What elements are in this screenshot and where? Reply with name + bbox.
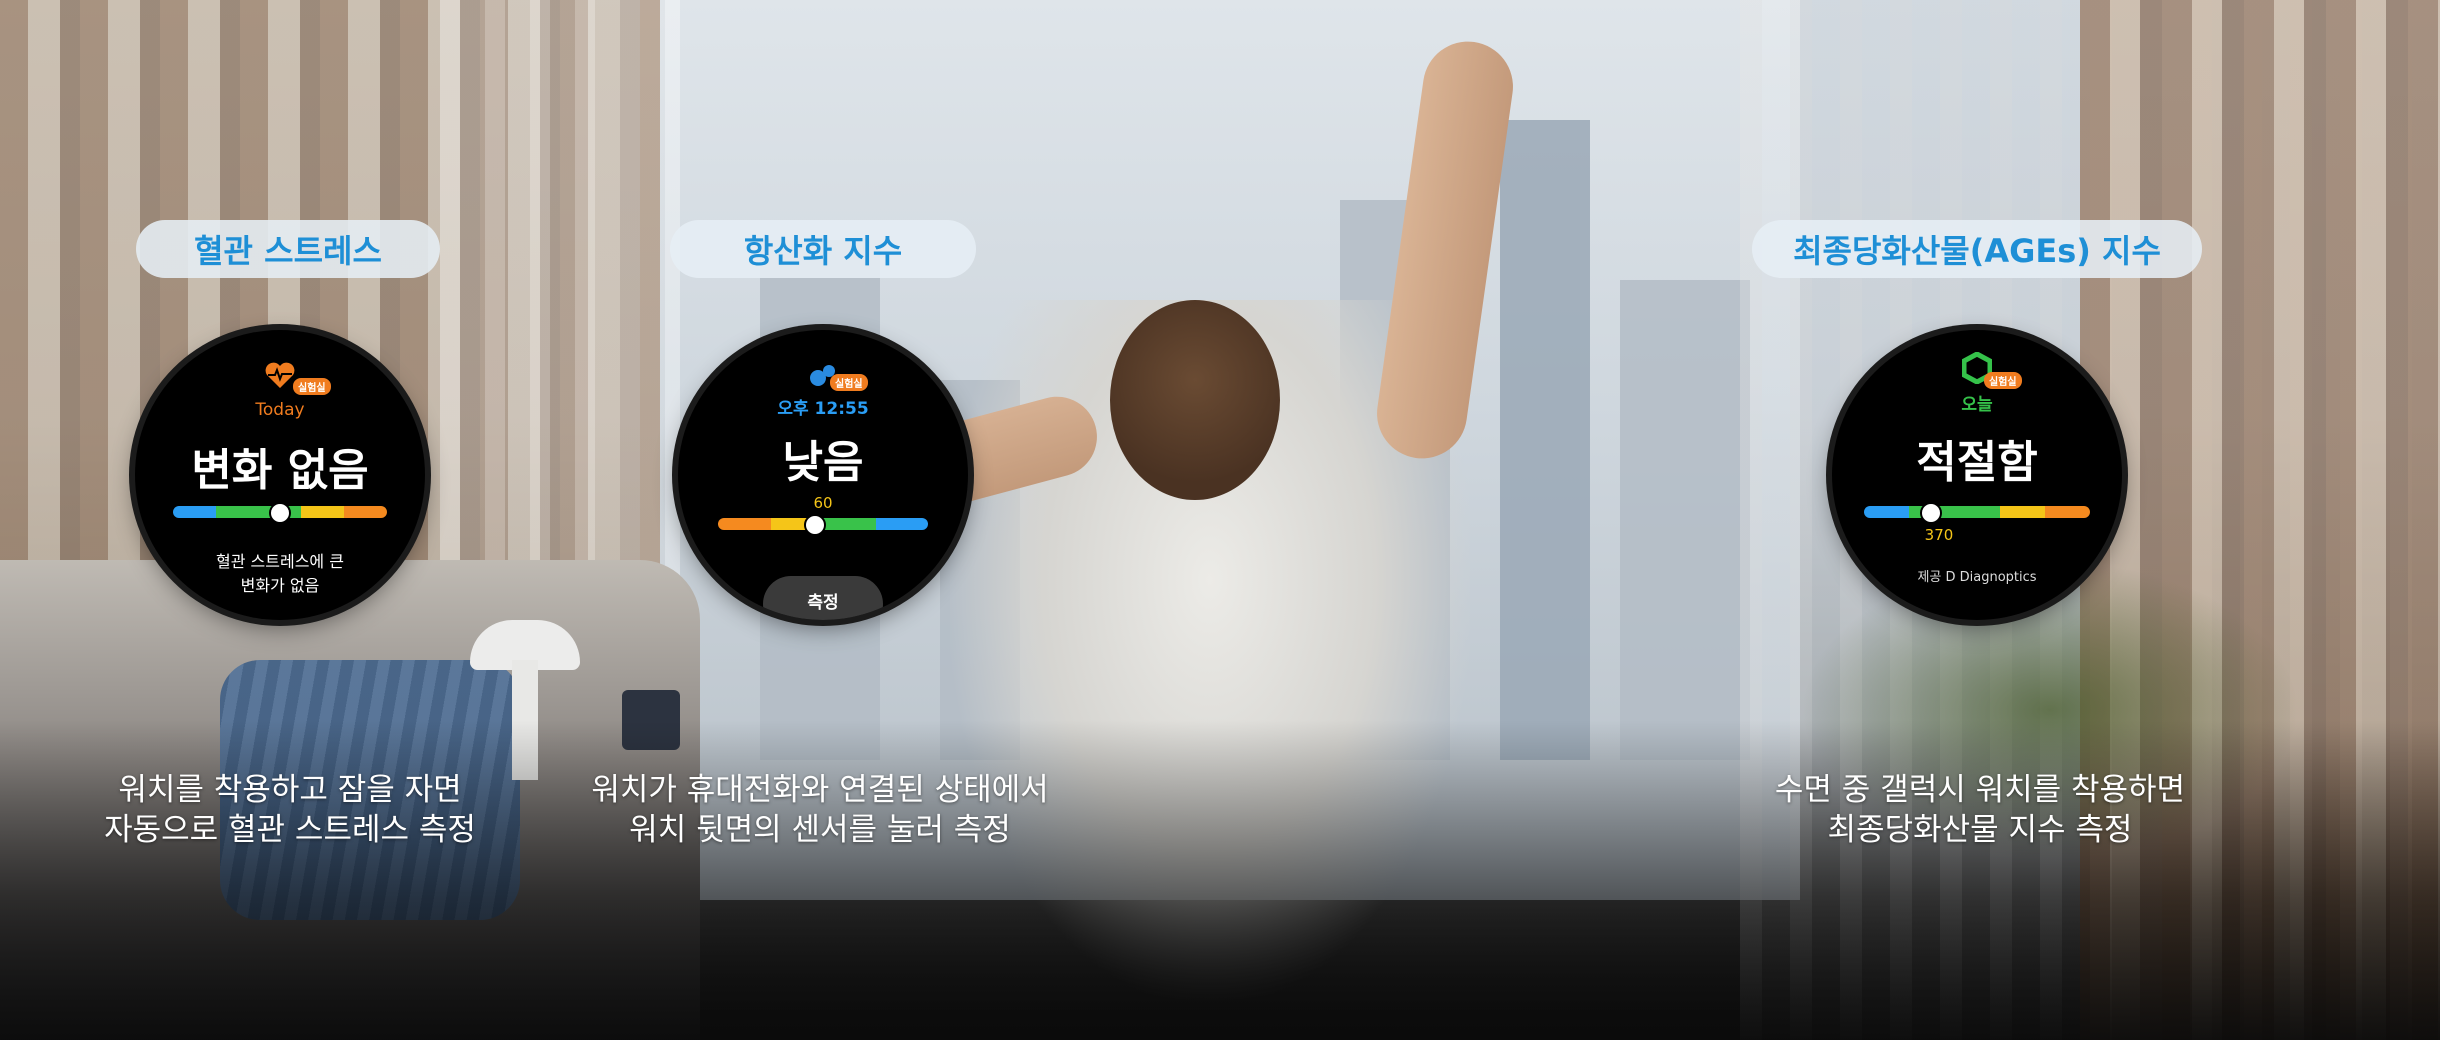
caption-line-2: 최종당화산물 지수 측정	[1827, 812, 2133, 848]
note-line-2: 변화가 없음	[240, 576, 320, 595]
note-line-1: 혈관 스트레스에 큰	[216, 552, 344, 571]
caption-ages-index: 수면 중 갤럭시 워치를 착용하면 최종당화산물 지수 측정	[1700, 770, 2260, 850]
status-text: 변화 없음	[191, 445, 369, 496]
value-label: 370	[1924, 526, 1954, 544]
range-bar	[1864, 506, 2090, 518]
caption-antioxidant-index: 워치가 휴대전화와 연결된 상태에서 워치 뒷면의 센서를 눌러 측정	[540, 770, 1100, 850]
value-label: 60	[813, 494, 833, 512]
measure-button[interactable]: 측정	[763, 576, 883, 620]
status-text: 낮음	[782, 437, 864, 488]
caption-line-2: 워치 뒷면의 센서를 눌러 측정	[629, 812, 1011, 848]
caption-line-1: 워치를 착용하고 잠을 자면	[118, 772, 462, 808]
pill-label: 항산화 지수	[743, 232, 903, 270]
pill-ages-index: 최종당화산물(AGEs) 지수	[1752, 220, 2202, 278]
range-knob	[269, 502, 291, 524]
caption-line-1: 워치가 휴대전화와 연결된 상태에서	[591, 772, 1049, 808]
watch-ages-index: 실험실 오늘 적절함 370 제공 D Diagnoptics	[1832, 330, 2122, 620]
caption-line-2: 자동으로 혈관 스트레스 측정	[104, 812, 476, 848]
lab-badge: 실험실	[293, 378, 331, 395]
pill-vascular-stress: 혈관 스트레스	[136, 220, 440, 278]
pill-label: 혈관 스트레스	[194, 232, 382, 270]
status-text: 적절함	[1916, 437, 2038, 488]
time-label: 오후 12:55	[777, 399, 869, 419]
provider-label: 제공 D Diagnoptics	[1917, 570, 2037, 585]
watch-vascular-stress: 실험실 Today 변화 없음 혈관 스트레스에 큰 변화가 없음	[135, 330, 425, 620]
pill-label: 최종당화산물(AGEs) 지수	[1793, 232, 2161, 270]
pill-antioxidant-index: 항산화 지수	[670, 220, 976, 278]
range-knob	[804, 514, 826, 536]
hero-banner: 혈관 스트레스 실험실 Today 변화 없음 혈관 스트레스에 큰 변화가 없…	[0, 0, 2440, 1040]
lab-badge: 실험실	[830, 374, 868, 391]
day-label: 오늘	[1961, 395, 1993, 415]
caption-line-1: 수면 중 갤럭시 워치를 착용하면	[1774, 772, 2186, 808]
range-knob	[1920, 502, 1942, 524]
heart-icon	[265, 362, 295, 388]
day-label: Today	[255, 400, 305, 420]
watch-antioxidant-index: 실험실 오후 12:55 낮음 60 측정	[678, 330, 968, 620]
caption-vascular-stress: 워치를 착용하고 잠을 자면 자동으로 혈관 스트레스 측정	[40, 770, 540, 850]
lab-badge: 실험실	[1984, 372, 2022, 389]
